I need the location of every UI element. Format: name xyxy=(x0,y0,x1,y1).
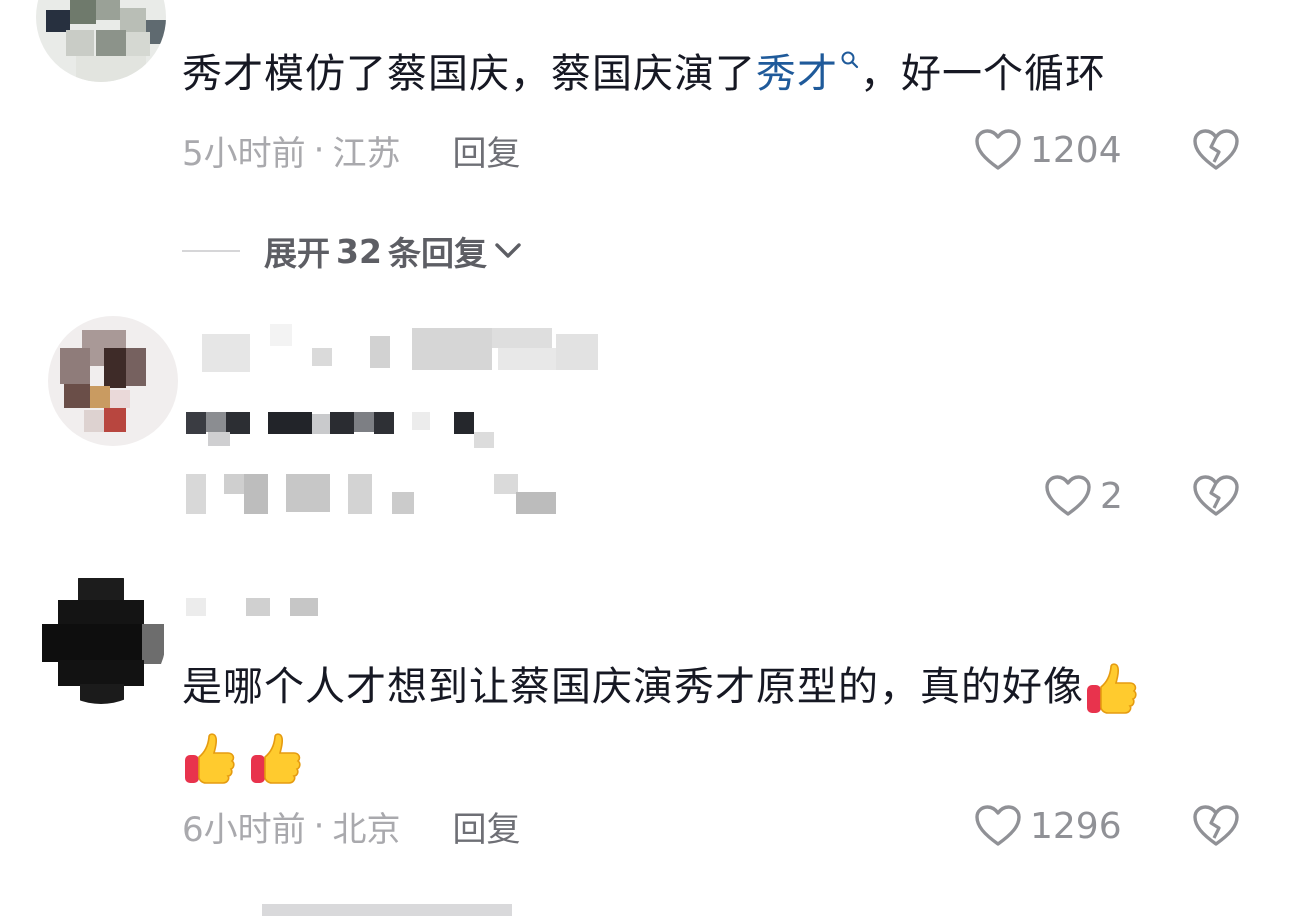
expand-count[interactable]: 32 xyxy=(336,232,382,271)
like-button[interactable]: 2 xyxy=(1044,472,1123,520)
like-button[interactable]: 1296 xyxy=(974,802,1122,850)
comment-location: 北京 xyxy=(332,809,401,850)
chevron-down-icon[interactable] xyxy=(493,240,523,262)
comment-time: 6小时前 xyxy=(182,809,306,850)
meta-separator: · xyxy=(313,806,325,846)
broken-heart-icon[interactable] xyxy=(1192,804,1240,848)
broken-heart-icon[interactable] xyxy=(1192,474,1240,518)
comment-text: 是哪个人才想到让蔡国庆演秀才原型的，真的好像 xyxy=(182,652,1242,792)
comment-text: 秀才模仿了蔡国庆，蔡国庆演了秀才 ，好一个循环 xyxy=(182,44,1106,104)
reply-button[interactable]: 回复 xyxy=(452,802,520,851)
divider xyxy=(182,250,240,252)
like-button[interactable]: 1204 xyxy=(974,126,1122,174)
search-icon[interactable] xyxy=(840,50,860,70)
like-count: 1204 xyxy=(1030,129,1122,171)
thumbs-up-emoji xyxy=(1087,663,1137,714)
comment-location: 江苏 xyxy=(332,133,401,174)
heart-outline-icon[interactable] xyxy=(974,804,1022,848)
like-count: 2 xyxy=(1100,475,1123,517)
broken-heart-icon[interactable] xyxy=(1192,128,1240,172)
comment-text-part: 秀才模仿了蔡国庆，蔡国庆演了 xyxy=(182,51,756,97)
heart-outline-icon[interactable] xyxy=(974,128,1022,172)
meta-separator: · xyxy=(313,130,325,170)
comment-meta: 5小时前 · 江苏 回复 xyxy=(182,126,520,175)
comment-text-part: 是哪个人才想到让蔡国庆演秀才原型的，真的好像 xyxy=(182,664,1084,710)
search-link-text[interactable]: 秀才 xyxy=(756,51,838,97)
thumbs-up-emoji xyxy=(251,733,301,784)
reply-button[interactable]: 回复 xyxy=(452,126,520,175)
expand-label[interactable]: 展开 xyxy=(264,227,330,275)
heart-outline-icon[interactable] xyxy=(1044,474,1092,518)
avatar[interactable] xyxy=(36,574,166,704)
search-link[interactable]: 秀才 xyxy=(756,51,860,97)
avatar[interactable] xyxy=(48,316,178,446)
expand-label-suffix[interactable]: 条回复 xyxy=(388,227,487,275)
comment-text-part: ，好一个循环 xyxy=(860,51,1106,97)
comment-time: 5小时前 xyxy=(182,133,306,174)
avatar[interactable] xyxy=(36,0,166,82)
expand-replies-button[interactable]: 展开 32 条回复 xyxy=(182,228,523,274)
thumbs-up-emoji xyxy=(185,733,235,784)
like-count: 1296 xyxy=(1030,805,1122,847)
comment-meta: 6小时前 · 北京 回复 xyxy=(182,802,520,851)
